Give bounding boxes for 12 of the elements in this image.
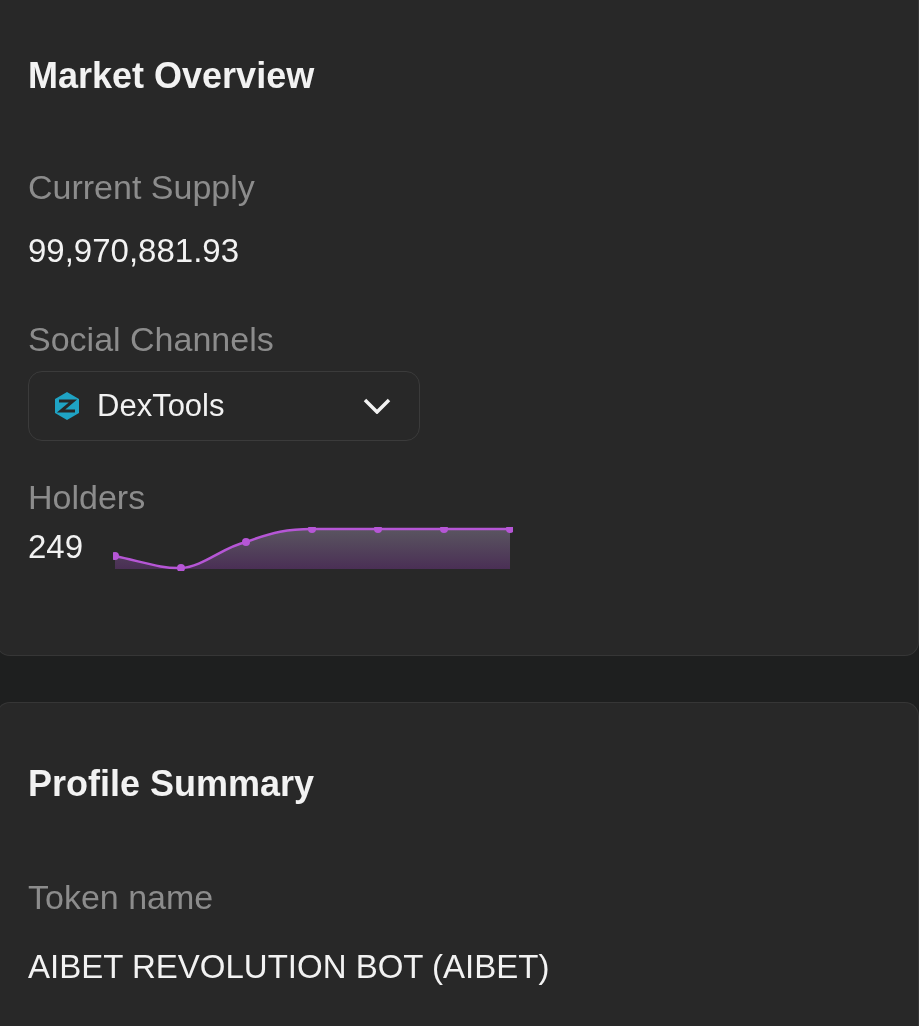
section-title: Market Overview	[28, 55, 316, 97]
chevron-down-icon	[363, 398, 391, 414]
channel-dropdown[interactable]: DexTools	[28, 371, 420, 441]
field-label: Token name	[28, 877, 214, 917]
hexagon-logo-icon	[53, 391, 81, 421]
field-value: 99,970,881.93	[28, 231, 240, 271]
field-label: Current Supply	[28, 167, 255, 207]
field-label: Social Channels	[28, 319, 274, 359]
field-value: 249	[28, 527, 84, 567]
section-title: Profile Summary	[28, 763, 316, 805]
field-value: AIBET REVOLUTION BOT (AIBET)	[28, 947, 550, 987]
field-label: Holders	[28, 477, 146, 517]
